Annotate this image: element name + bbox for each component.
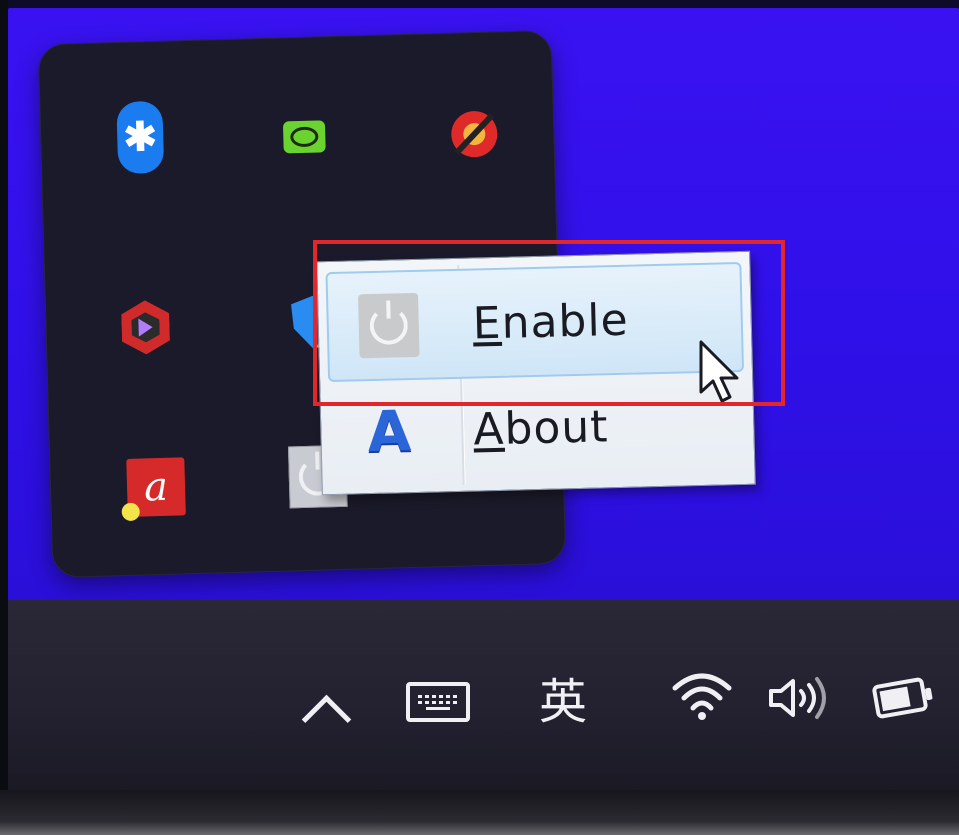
battery-icon[interactable] [860,668,940,728]
show-hidden-icons-chevron-icon[interactable] [296,680,356,744]
wifi-icon[interactable] [666,664,738,728]
ime-indicator[interactable]: 英 [528,662,598,732]
bluetooth-icon[interactable]: ✱ [104,100,176,175]
highlight-annotation-box [313,240,785,406]
volume-icon[interactable] [760,668,840,728]
blocked-app-icon[interactable] [438,98,510,170]
app-a-icon: A [366,398,412,465]
screen-bezel [0,0,8,835]
menu-item-label: About [472,400,610,456]
nvidia-icon[interactable] [268,101,340,173]
touch-keyboard-icon[interactable] [398,672,478,732]
taskbar: 英 [8,600,959,790]
hex-app-icon[interactable] [110,291,182,363]
avira-icon[interactable]: a [120,451,192,523]
monitor-bezel [0,790,959,835]
